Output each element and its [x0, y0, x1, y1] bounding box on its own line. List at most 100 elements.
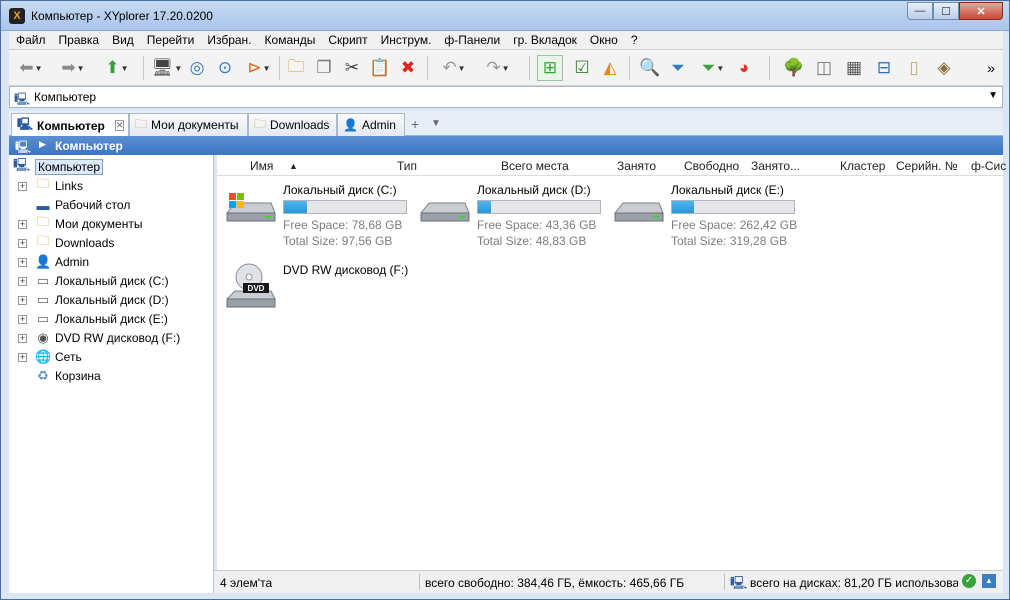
- tab-my-documents[interactable]: 🗀 Мои документы: [129, 113, 248, 136]
- color-button[interactable]: ◕: [731, 55, 757, 81]
- status-disk-usage: всего на дисках: 81,20 ГБ использован: [750, 576, 958, 590]
- menu-panels[interactable]: ф-Панели: [437, 33, 506, 47]
- maximize-button[interactable]: ☐: [933, 2, 959, 20]
- tree-item-admin[interactable]: + 👤 Admin: [9, 253, 209, 271]
- menu-script[interactable]: Скрипт: [321, 33, 373, 47]
- drive-usage-fill: [672, 201, 694, 213]
- back-button[interactable]: ⬅ ▼: [11, 55, 51, 81]
- tab-computer[interactable]: 🖳 Компьютер ✕: [11, 113, 129, 137]
- tree-toggle-button[interactable]: 🌳: [781, 55, 807, 81]
- drive-tile-d[interactable]: Локальный диск (D:) Free Space: 43,36 GB…: [417, 183, 607, 255]
- app-logo-icon[interactable]: X: [9, 8, 25, 24]
- drive-tile-c[interactable]: Локальный диск (C:) Free Space: 78,68 GB…: [223, 183, 413, 255]
- tab-downloads[interactable]: 🗀 Downloads: [248, 113, 337, 136]
- settings-button[interactable]: ◈: [931, 55, 957, 81]
- goto-button[interactable]: ◎: [184, 55, 210, 81]
- column-name[interactable]: Имя: [250, 159, 273, 173]
- recent-button[interactable]: ⊳ ▼: [241, 55, 277, 81]
- toolbar-overflow-button[interactable]: »: [983, 55, 999, 81]
- expand-icon[interactable]: +: [18, 314, 27, 324]
- minimize-button[interactable]: —: [907, 2, 933, 20]
- expand-icon[interactable]: +: [18, 257, 27, 267]
- check-icon[interactable]: ✓: [962, 574, 976, 588]
- add-tab-button[interactable]: +: [411, 116, 419, 132]
- copy-button[interactable]: ❐: [311, 55, 337, 81]
- expand-icon[interactable]: +: [18, 219, 27, 229]
- menu-file[interactable]: Файл: [9, 33, 52, 47]
- expand-icon[interactable]: +: [18, 276, 27, 286]
- menu-favorites[interactable]: Избран.: [200, 33, 257, 47]
- thumbnails-button[interactable]: ▦: [841, 55, 867, 81]
- breadcrumb-item[interactable]: Компьютер: [55, 139, 123, 153]
- forward-button[interactable]: ➡ ▼: [53, 55, 93, 81]
- drive-tile-e[interactable]: Локальный диск (E:) Free Space: 262,42 G…: [611, 183, 801, 255]
- dual-pane-button[interactable]: ◫: [811, 55, 837, 81]
- tree-item-drive-d[interactable]: + ▭ Локальный диск (D:): [9, 291, 209, 309]
- chevron-down-icon[interactable]: ▼: [988, 90, 998, 101]
- up-button[interactable]: ⬆ ▼: [97, 55, 137, 81]
- filter-button[interactable]: ⏷: [665, 55, 691, 81]
- collapse-up-icon[interactable]: ▲: [982, 574, 996, 588]
- undo-button[interactable]: ↶ ▼: [433, 55, 475, 81]
- expand-icon[interactable]: +: [18, 238, 27, 248]
- column-used[interactable]: Занято: [617, 159, 656, 173]
- tab-list-chevron-icon[interactable]: ▼: [431, 118, 441, 129]
- tree-item-drive-e[interactable]: + ▭ Локальный диск (E:): [9, 310, 209, 328]
- title-bar: X Компьютер - XYplorer 17.20.0200 — ☐ ✕: [1, 1, 1009, 31]
- tree-button[interactable]: ⊞: [537, 55, 563, 81]
- expand-icon[interactable]: +: [18, 181, 27, 191]
- column-type[interactable]: Тип: [397, 159, 417, 173]
- horizontal-pane-button[interactable]: ⊟: [871, 55, 897, 81]
- address-bar[interactable]: 🖳 Компьютер ▼: [9, 86, 1003, 108]
- menu-go[interactable]: Перейти: [140, 33, 201, 47]
- monitor-icon: 🖥: [151, 58, 174, 77]
- menu-commands[interactable]: Команды: [258, 33, 322, 47]
- menu-help[interactable]: ?: [624, 33, 644, 47]
- window-controls: — ☐ ✕: [907, 2, 1003, 20]
- menu-tools[interactable]: Инструм.: [374, 33, 438, 47]
- menu-tabsets[interactable]: гр. Вкладок: [506, 33, 583, 47]
- column-total-space[interactable]: Всего места: [501, 159, 569, 173]
- tree-item-recycle-bin[interactable]: ♻ Корзина: [9, 367, 209, 385]
- tree-item-my-documents[interactable]: + 🗀 Мои документы: [9, 214, 209, 233]
- paste-button[interactable]: 📋: [367, 55, 393, 81]
- expand-icon[interactable]: +: [18, 352, 27, 362]
- tree-item-desktop[interactable]: ▬ Рабочий стол: [9, 196, 209, 214]
- delete-button[interactable]: ✖: [395, 55, 421, 81]
- drive-tile-f[interactable]: DVD DVD RW дисковод (F:): [223, 263, 413, 335]
- tab-admin[interactable]: 👤 Admin: [337, 113, 405, 136]
- checkbox-button[interactable]: ☑: [569, 55, 595, 81]
- tree-item-links[interactable]: + 🗀 Links: [9, 176, 209, 195]
- column-serial[interactable]: Серийн. №: [896, 159, 958, 173]
- column-free[interactable]: Свободно: [684, 159, 739, 173]
- close-button[interactable]: ✕: [959, 2, 1003, 20]
- tree-item-downloads[interactable]: + 🗀 Downloads: [9, 233, 209, 252]
- tab-close-icon[interactable]: ✕: [114, 120, 125, 131]
- preview-button[interactable]: ◭: [597, 55, 623, 81]
- new-folder-button[interactable]: 🗀: [283, 55, 309, 81]
- menu-window[interactable]: Окно: [583, 33, 624, 47]
- search-button[interactable]: 🔍: [637, 55, 663, 81]
- drive-total-size: Total Size: 97,56 GB: [283, 234, 393, 248]
- expand-icon[interactable]: +: [18, 295, 27, 305]
- computer-button[interactable]: 🖥 ▼: [149, 55, 185, 81]
- chevron-right-icon[interactable]: ▶: [39, 139, 46, 150]
- network-icon: 🌐: [35, 349, 52, 364]
- tree-item-computer[interactable]: 🖳 Компьютер: [9, 157, 209, 176]
- redo-button[interactable]: ↷ ▼: [477, 55, 519, 81]
- tree-item-network[interactable]: + 🌐 Сеть: [9, 348, 209, 366]
- sort-ascending-icon[interactable]: ▲: [289, 161, 298, 171]
- column-used-percent[interactable]: Занято...: [751, 159, 800, 173]
- panel-button[interactable]: ▯: [901, 55, 927, 81]
- tree-item-drive-c[interactable]: + ▭ Локальный диск (C:): [9, 272, 209, 290]
- column-filesystem[interactable]: ф-Сис: [971, 159, 1006, 173]
- menu-view[interactable]: Вид: [105, 33, 140, 47]
- expand-icon[interactable]: +: [18, 333, 27, 343]
- column-cluster[interactable]: Кластер: [840, 159, 885, 173]
- cut-button[interactable]: ✂: [339, 55, 365, 81]
- address-input[interactable]: Компьютер: [34, 90, 96, 104]
- color-filter-button[interactable]: ⏷ ▼: [693, 55, 733, 81]
- find-button[interactable]: ⊙: [212, 55, 238, 81]
- menu-edit[interactable]: Правка: [52, 33, 106, 47]
- tree-item-dvd-f[interactable]: + ◉ DVD RW дисковод (F:): [9, 329, 209, 347]
